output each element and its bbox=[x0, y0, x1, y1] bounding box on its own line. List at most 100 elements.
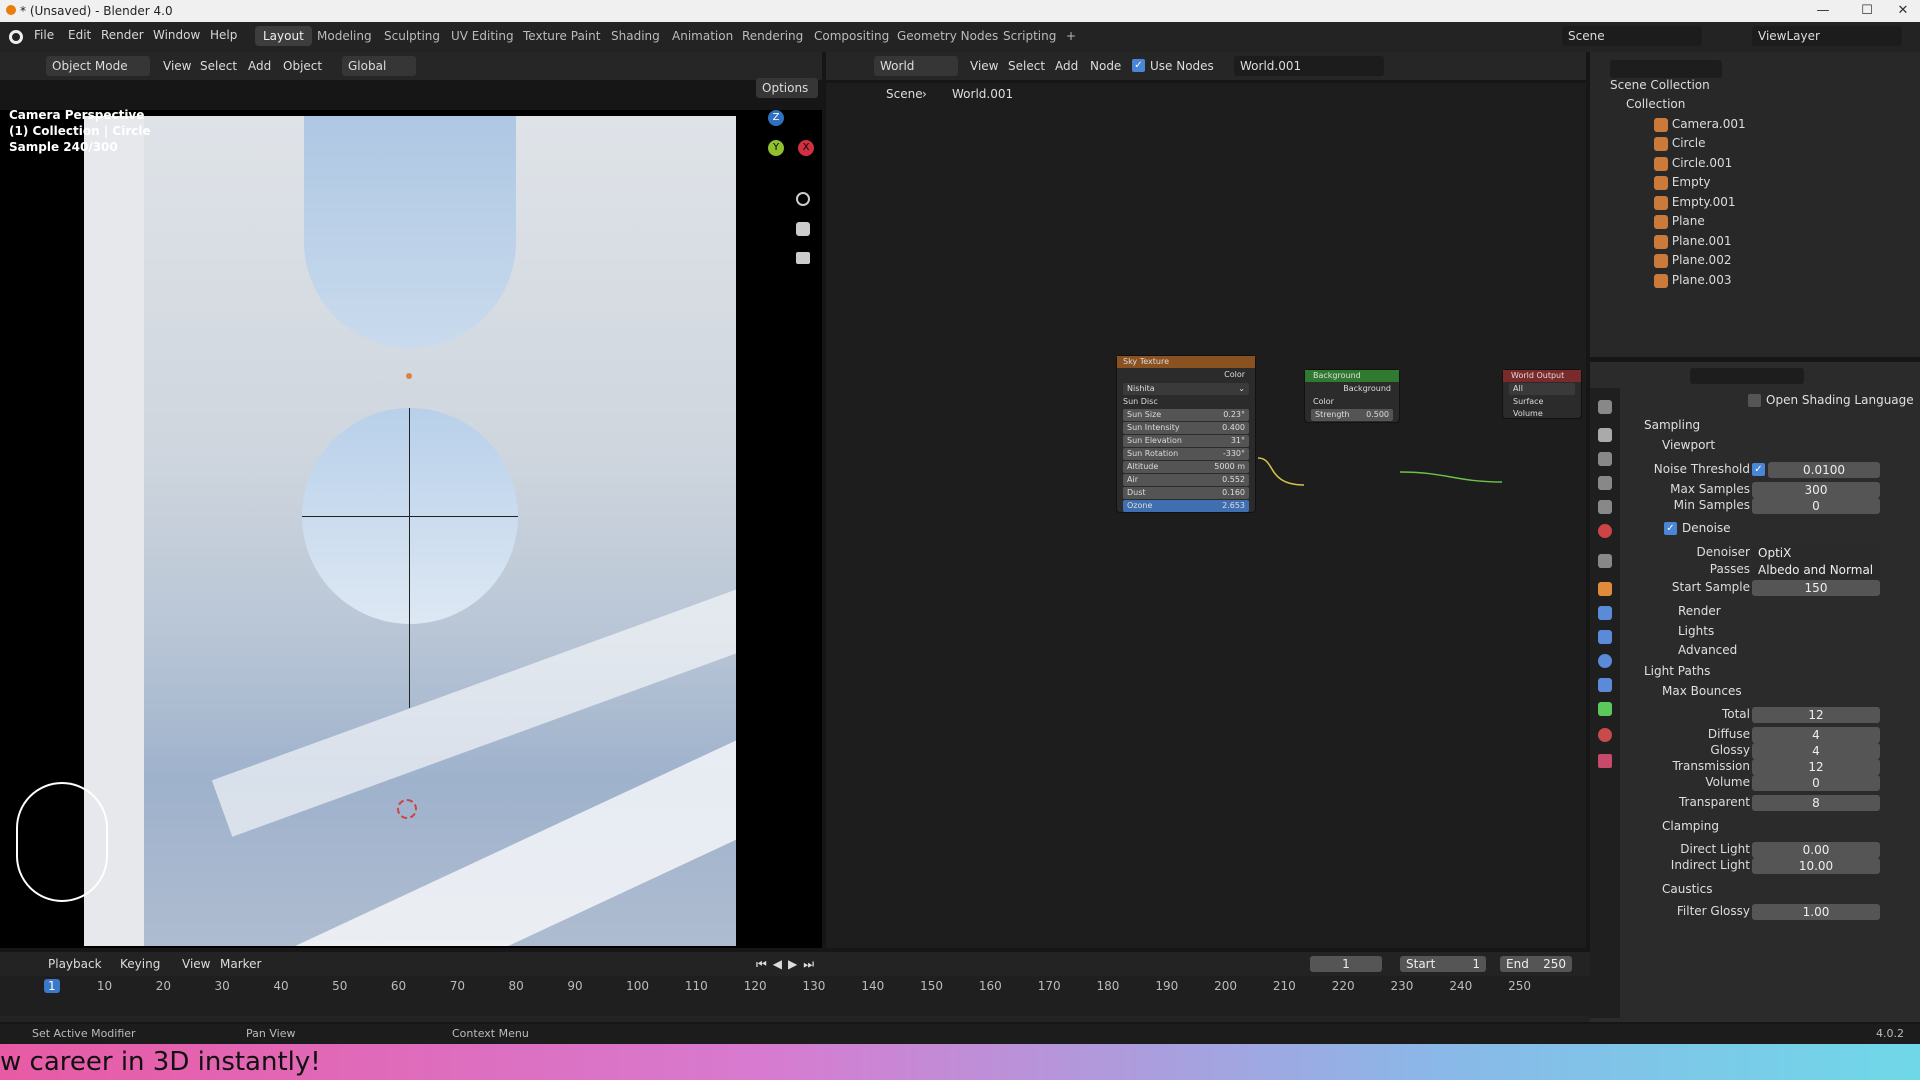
world-datablock-field[interactable]: World.001 bbox=[1234, 56, 1384, 76]
subsection-max-bounces[interactable]: Max Bounces bbox=[1662, 684, 1742, 698]
node-view-menu[interactable]: View bbox=[970, 56, 998, 76]
transmission-field[interactable]: 12 bbox=[1752, 759, 1880, 775]
tab-texture-paint[interactable]: Texture Paint bbox=[515, 26, 608, 46]
indirect-light-field[interactable]: 10.00 bbox=[1752, 858, 1880, 874]
particles-tab-icon[interactable] bbox=[1598, 630, 1612, 644]
timeline-ruler[interactable]: 1 10 20 30 40 50 60 70 80 90 100 110 120 130 140 150 160… bbox=[0, 976, 1590, 1016]
start-sample-field[interactable]: 150 bbox=[1752, 580, 1880, 596]
outliner-item[interactable]: Empty.001 bbox=[1654, 193, 1736, 213]
max-samples-field[interactable]: 300 bbox=[1752, 482, 1880, 498]
material-tab-icon[interactable] bbox=[1598, 728, 1612, 742]
outliner-item[interactable]: Circle bbox=[1654, 134, 1706, 154]
render-tab-icon[interactable] bbox=[1598, 428, 1612, 442]
outliner-item[interactable]: Circle.001 bbox=[1654, 154, 1732, 174]
camera-view-icon[interactable] bbox=[796, 252, 810, 264]
shader-type-dropdown[interactable]: World bbox=[874, 56, 958, 76]
gizmo-y-axis[interactable]: Y bbox=[768, 140, 784, 156]
marker-menu[interactable]: Marker bbox=[220, 954, 261, 974]
outliner-scene-collection[interactable]: Scene Collection bbox=[1610, 76, 1910, 96]
menu-edit[interactable]: Edit bbox=[68, 28, 91, 42]
denoise-checkbox[interactable]: ✓ bbox=[1664, 522, 1677, 535]
tab-modeling[interactable]: Modeling bbox=[309, 26, 380, 46]
viewport-view-menu[interactable]: View bbox=[163, 56, 191, 76]
add-workspace-button[interactable]: + bbox=[1058, 26, 1084, 46]
transparent-field[interactable]: 8 bbox=[1752, 795, 1880, 811]
menu-file[interactable]: File bbox=[34, 28, 54, 42]
orientation-dropdown[interactable]: Global bbox=[342, 56, 416, 76]
filter-glossy-field[interactable]: 1.00 bbox=[1752, 904, 1880, 920]
sky-row-value[interactable]: 0.23° bbox=[1223, 409, 1245, 421]
physics-tab-icon[interactable] bbox=[1598, 654, 1612, 668]
menu-window[interactable]: Window bbox=[153, 28, 200, 42]
sky-type-dropdown[interactable]: Nishita ⌄ bbox=[1123, 383, 1249, 395]
use-nodes-checkbox[interactable]: ✓ bbox=[1132, 59, 1145, 72]
blender-menu-icon[interactable] bbox=[9, 30, 23, 44]
options-dropdown[interactable]: Options bbox=[756, 78, 818, 98]
outliner-collection[interactable]: Collection bbox=[1626, 95, 1886, 115]
modifier-tab-icon[interactable] bbox=[1598, 606, 1612, 620]
start-frame-field[interactable]: Start 1 bbox=[1400, 956, 1486, 972]
denoiser-dropdown[interactable]: OptiX bbox=[1752, 545, 1880, 561]
gizmo-x-axis[interactable]: X bbox=[798, 140, 814, 156]
sky-row-value[interactable]: 0.160 bbox=[1222, 487, 1245, 499]
playback-menu[interactable]: Playback bbox=[48, 954, 102, 974]
min-samples-field[interactable]: 0 bbox=[1752, 498, 1880, 514]
viewlayer-selector[interactable]: ViewLayer bbox=[1752, 26, 1902, 46]
diffuse-field[interactable]: 4 bbox=[1752, 727, 1880, 743]
collection-tab-icon[interactable] bbox=[1598, 554, 1612, 568]
output-tab-icon[interactable] bbox=[1598, 452, 1612, 466]
sky-row-value[interactable]: 2.653 bbox=[1222, 500, 1245, 512]
osl-checkbox[interactable] bbox=[1748, 394, 1761, 407]
properties-search[interactable] bbox=[1690, 368, 1804, 384]
outliner-item[interactable]: Empty bbox=[1654, 173, 1711, 193]
section-light-paths[interactable]: Light Paths bbox=[1644, 664, 1710, 678]
tab-animation[interactable]: Animation bbox=[664, 26, 741, 46]
menu-help[interactable]: Help bbox=[210, 28, 237, 42]
scene-selector[interactable]: Scene bbox=[1562, 26, 1702, 46]
view-layer-tab-icon[interactable] bbox=[1598, 476, 1612, 490]
bg-strength-field[interactable]: Strength 0.500 bbox=[1311, 409, 1393, 421]
tab-geometry-nodes[interactable]: Geometry Nodes bbox=[889, 26, 1006, 46]
menu-render[interactable]: Render bbox=[101, 28, 144, 42]
glossy-field[interactable]: 4 bbox=[1752, 743, 1880, 759]
playback-controls[interactable]: ⏮◀▶⏭ bbox=[756, 957, 820, 972]
maximize-button[interactable]: ☐ bbox=[1852, 0, 1882, 22]
viewport-select-menu[interactable]: Select bbox=[200, 56, 237, 76]
node-editor[interactable]: Scene › World.001 Sky Texture Color Nish… bbox=[826, 83, 1586, 948]
keying-menu[interactable]: Keying bbox=[120, 954, 160, 974]
subsection-lights[interactable]: Lights bbox=[1678, 624, 1714, 638]
passes-dropdown[interactable]: Albedo and Normal bbox=[1752, 562, 1880, 578]
world-output-node[interactable]: World Output All Surface Volume bbox=[1502, 369, 1582, 419]
scene-tab-icon[interactable] bbox=[1598, 500, 1612, 514]
noise-threshold-checkbox[interactable]: ✓ bbox=[1752, 463, 1765, 476]
current-frame-field[interactable]: 1 bbox=[1310, 956, 1382, 972]
subsection-clamping[interactable]: Clamping bbox=[1662, 819, 1719, 833]
sky-row-value[interactable]: 0.400 bbox=[1222, 422, 1245, 434]
data-tab-icon[interactable] bbox=[1598, 702, 1612, 716]
tab-compositing[interactable]: Compositing bbox=[806, 26, 897, 46]
sky-row-value[interactable]: 5000 m bbox=[1214, 461, 1245, 473]
tab-rendering[interactable]: Rendering bbox=[734, 26, 811, 46]
total-field[interactable]: 12 bbox=[1752, 707, 1880, 723]
texture-tab-icon[interactable] bbox=[1598, 754, 1612, 768]
background-node[interactable]: Background Background Color Strength 0.50… bbox=[1304, 369, 1400, 423]
section-sampling[interactable]: Sampling bbox=[1644, 418, 1700, 432]
tab-layout[interactable]: Layout bbox=[255, 26, 312, 46]
tool-tab-icon[interactable] bbox=[1598, 400, 1612, 414]
timeline-view-menu[interactable]: View bbox=[182, 954, 210, 974]
tab-sculpting[interactable]: Sculpting bbox=[376, 26, 448, 46]
pan-hand-icon[interactable] bbox=[796, 222, 810, 236]
node-node-menu[interactable]: Node bbox=[1090, 56, 1121, 76]
tab-shading[interactable]: Shading bbox=[603, 26, 668, 46]
outliner-item[interactable]: Plane.003 bbox=[1654, 271, 1731, 291]
direct-light-field[interactable]: 0.00 bbox=[1752, 842, 1880, 858]
node-add-menu[interactable]: Add bbox=[1055, 56, 1078, 76]
outliner-item[interactable]: Camera.001 bbox=[1654, 115, 1746, 135]
constraints-tab-icon[interactable] bbox=[1598, 678, 1612, 692]
zoom-icon[interactable] bbox=[796, 192, 810, 206]
viewport-object-menu[interactable]: Object bbox=[283, 56, 322, 76]
gizmo-z-axis[interactable]: Z bbox=[768, 110, 784, 126]
3d-viewport[interactable]: Camera Perspective (1) Collection | Circ… bbox=[0, 108, 822, 948]
viewport-add-menu[interactable]: Add bbox=[248, 56, 271, 76]
tab-scripting[interactable]: Scripting bbox=[995, 26, 1064, 46]
